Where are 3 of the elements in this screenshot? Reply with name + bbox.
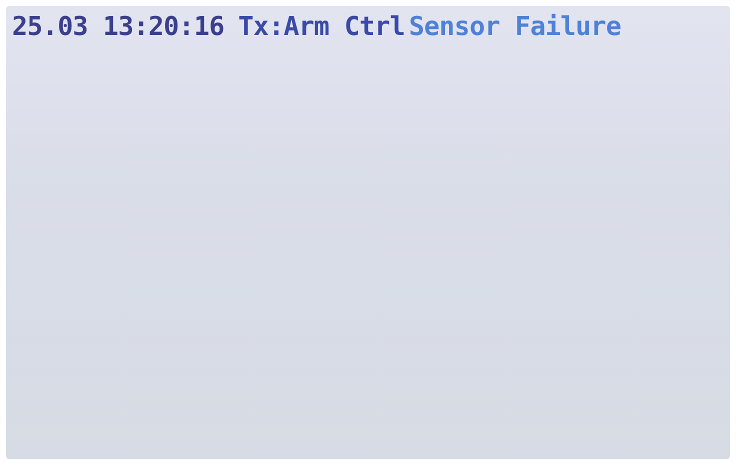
error-message: Sensor Failure — [408, 14, 621, 40]
timestamp: 25.03 13:20:16 — [12, 14, 224, 40]
source-label: Tx:Arm Ctrl — [238, 14, 405, 40]
